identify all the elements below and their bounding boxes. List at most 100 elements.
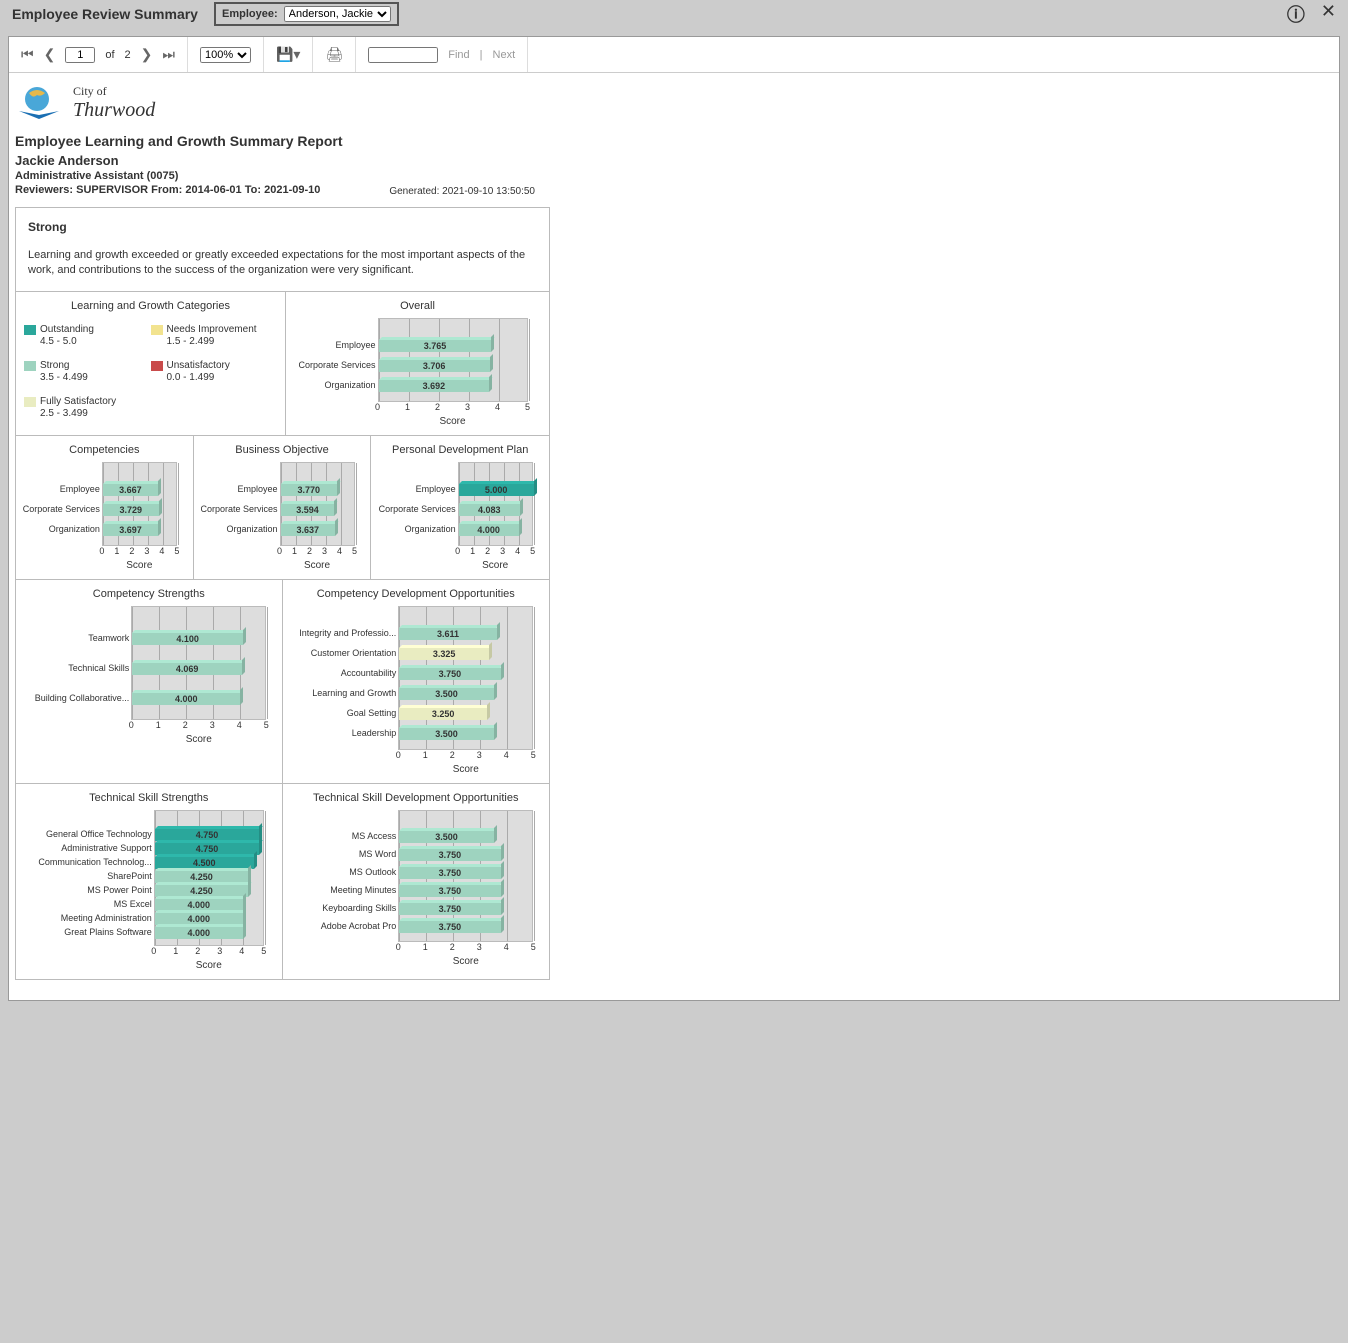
x-tick: 0: [99, 546, 104, 556]
chart-tech-str: Technical Skill Strengths General Office …: [16, 784, 283, 979]
page-input[interactable]: [65, 47, 95, 63]
legend-item: Fully Satisfactory2.5 - 3.499: [24, 396, 151, 420]
chart-title: Technical Skill Strengths: [20, 792, 278, 804]
bar: 4.250: [155, 885, 249, 897]
bar: 3.750: [399, 921, 500, 933]
legend-item: Outstanding4.5 - 5.0: [24, 324, 151, 348]
org-name: City of Thurwood: [73, 84, 155, 122]
help-icon[interactable]: ⓘ: [1287, 1, 1305, 27]
x-tick: 1: [114, 546, 119, 556]
first-page-icon[interactable]: ⏮: [21, 46, 34, 63]
y-axis-label: MS Word: [359, 849, 399, 859]
chart-title: Technical Skill Development Opportunitie…: [287, 792, 546, 804]
x-axis-title: Score: [154, 960, 264, 971]
chart-pdp: Personal Development PlanEmployee5.000Co…: [371, 436, 549, 579]
bar: 4.069: [132, 663, 242, 675]
chart-title: Personal Development Plan: [375, 444, 545, 456]
x-tick: 5: [264, 720, 269, 730]
report-title: Employee Learning and Growth Summary Rep…: [15, 133, 1333, 149]
y-axis-label: General Office Technology: [46, 829, 155, 839]
top-bar: Employee Review Summary Employee: Anders…: [0, 0, 1348, 28]
y-axis-label: Employee: [237, 484, 280, 494]
bar: 4.000: [155, 913, 243, 925]
bar: 4.250: [155, 871, 249, 883]
bar: 4.000: [155, 899, 243, 911]
x-tick: 1: [405, 402, 410, 412]
x-axis-title: Score: [280, 560, 355, 571]
bar: 3.750: [399, 885, 500, 897]
legend-item: Strong3.5 - 4.499: [24, 360, 151, 384]
bar: 5.000: [459, 484, 534, 496]
y-axis-label: SharePoint: [107, 871, 155, 881]
x-tick: 2: [129, 546, 134, 556]
x-tick: 0: [129, 720, 134, 730]
bar: 3.250: [399, 708, 487, 720]
find-input[interactable]: [368, 47, 438, 63]
y-axis-label: Corporate Services: [298, 360, 378, 370]
bar: 3.706: [379, 360, 490, 372]
x-tick: 4: [237, 720, 242, 730]
close-icon[interactable]: ✕: [1321, 1, 1336, 27]
y-axis-label: MS Access: [352, 831, 400, 841]
x-tick: 4: [515, 546, 520, 556]
review-meta: Reviewers: SUPERVISOR From: 2014-06-01 T…: [15, 184, 1333, 196]
bar: 3.770: [281, 484, 338, 496]
bar: 3.729: [103, 504, 159, 516]
zoom-select[interactable]: 100%: [200, 47, 251, 63]
y-axis-label: Customer Orientation: [311, 648, 400, 658]
y-axis-label: Adobe Acrobat Pro: [321, 921, 400, 931]
x-tick: 1: [173, 946, 178, 956]
x-tick: 0: [375, 402, 380, 412]
y-axis-label: Great Plains Software: [64, 927, 155, 937]
y-axis-label: Building Collaborative...: [35, 693, 133, 703]
find-button[interactable]: Find: [448, 49, 469, 61]
y-axis-label: Integrity and Professio...: [299, 628, 399, 638]
y-axis-label: Employee: [60, 484, 103, 494]
y-axis-label: Leadership: [352, 728, 400, 738]
y-axis-label: Teamwork: [88, 633, 132, 643]
bar: 4.000: [155, 927, 243, 939]
bar: 3.500: [399, 831, 494, 843]
page-title: Employee Review Summary: [12, 6, 198, 22]
x-tick: 0: [455, 546, 460, 556]
x-tick: 5: [531, 750, 536, 760]
bar: 3.611: [399, 628, 496, 640]
bar: 3.750: [399, 867, 500, 879]
y-axis-label: Corporate Services: [23, 504, 103, 514]
x-axis-title: Score: [102, 560, 177, 571]
x-tick: 2: [435, 402, 440, 412]
print-icon[interactable]: 🖨: [325, 46, 343, 63]
x-tick: 0: [396, 750, 401, 760]
employee-label: Employee:: [222, 8, 278, 20]
bar: 4.750: [155, 829, 260, 841]
next-page-icon[interactable]: ❯: [141, 46, 153, 63]
x-tick: 2: [195, 946, 200, 956]
x-tick: 2: [183, 720, 188, 730]
x-tick: 4: [159, 546, 164, 556]
x-tick: 1: [292, 546, 297, 556]
viewer-toolbar: ⏮ ❮ of 2 ❯ ⏭ 100% 💾▾ 🖨 Find | Next: [9, 37, 1339, 73]
next-button[interactable]: Next: [493, 49, 516, 61]
y-axis-label: Organization: [405, 524, 459, 534]
save-icon[interactable]: 💾▾: [276, 46, 300, 63]
prev-page-icon[interactable]: ❮: [44, 46, 56, 63]
bar: 4.000: [459, 524, 519, 536]
chart-comp-str: Competency StrengthsTeamwork4.100Technic…: [16, 580, 283, 783]
employee-select[interactable]: Anderson, Jackie: [284, 6, 391, 22]
y-axis-label: Meeting Administration: [61, 913, 155, 923]
x-tick: 3: [477, 942, 482, 952]
y-axis-label: Keyboarding Skills: [322, 903, 399, 913]
x-tick: 1: [423, 750, 428, 760]
x-tick: 4: [337, 546, 342, 556]
x-tick: 4: [495, 402, 500, 412]
x-tick: 2: [450, 942, 455, 952]
position: Administrative Assistant (0075): [15, 170, 1333, 182]
chart-title: Business Objective: [198, 444, 367, 456]
bar: 3.765: [379, 340, 492, 352]
bar: 3.637: [281, 524, 336, 536]
y-axis-label: Administrative Support: [61, 843, 155, 853]
last-page-icon[interactable]: ⏭: [162, 46, 175, 63]
y-axis-label: Communication Technolog...: [38, 857, 154, 867]
x-tick: 4: [504, 750, 509, 760]
assessment-text: Learning and growth exceeded or greatly …: [28, 248, 537, 279]
